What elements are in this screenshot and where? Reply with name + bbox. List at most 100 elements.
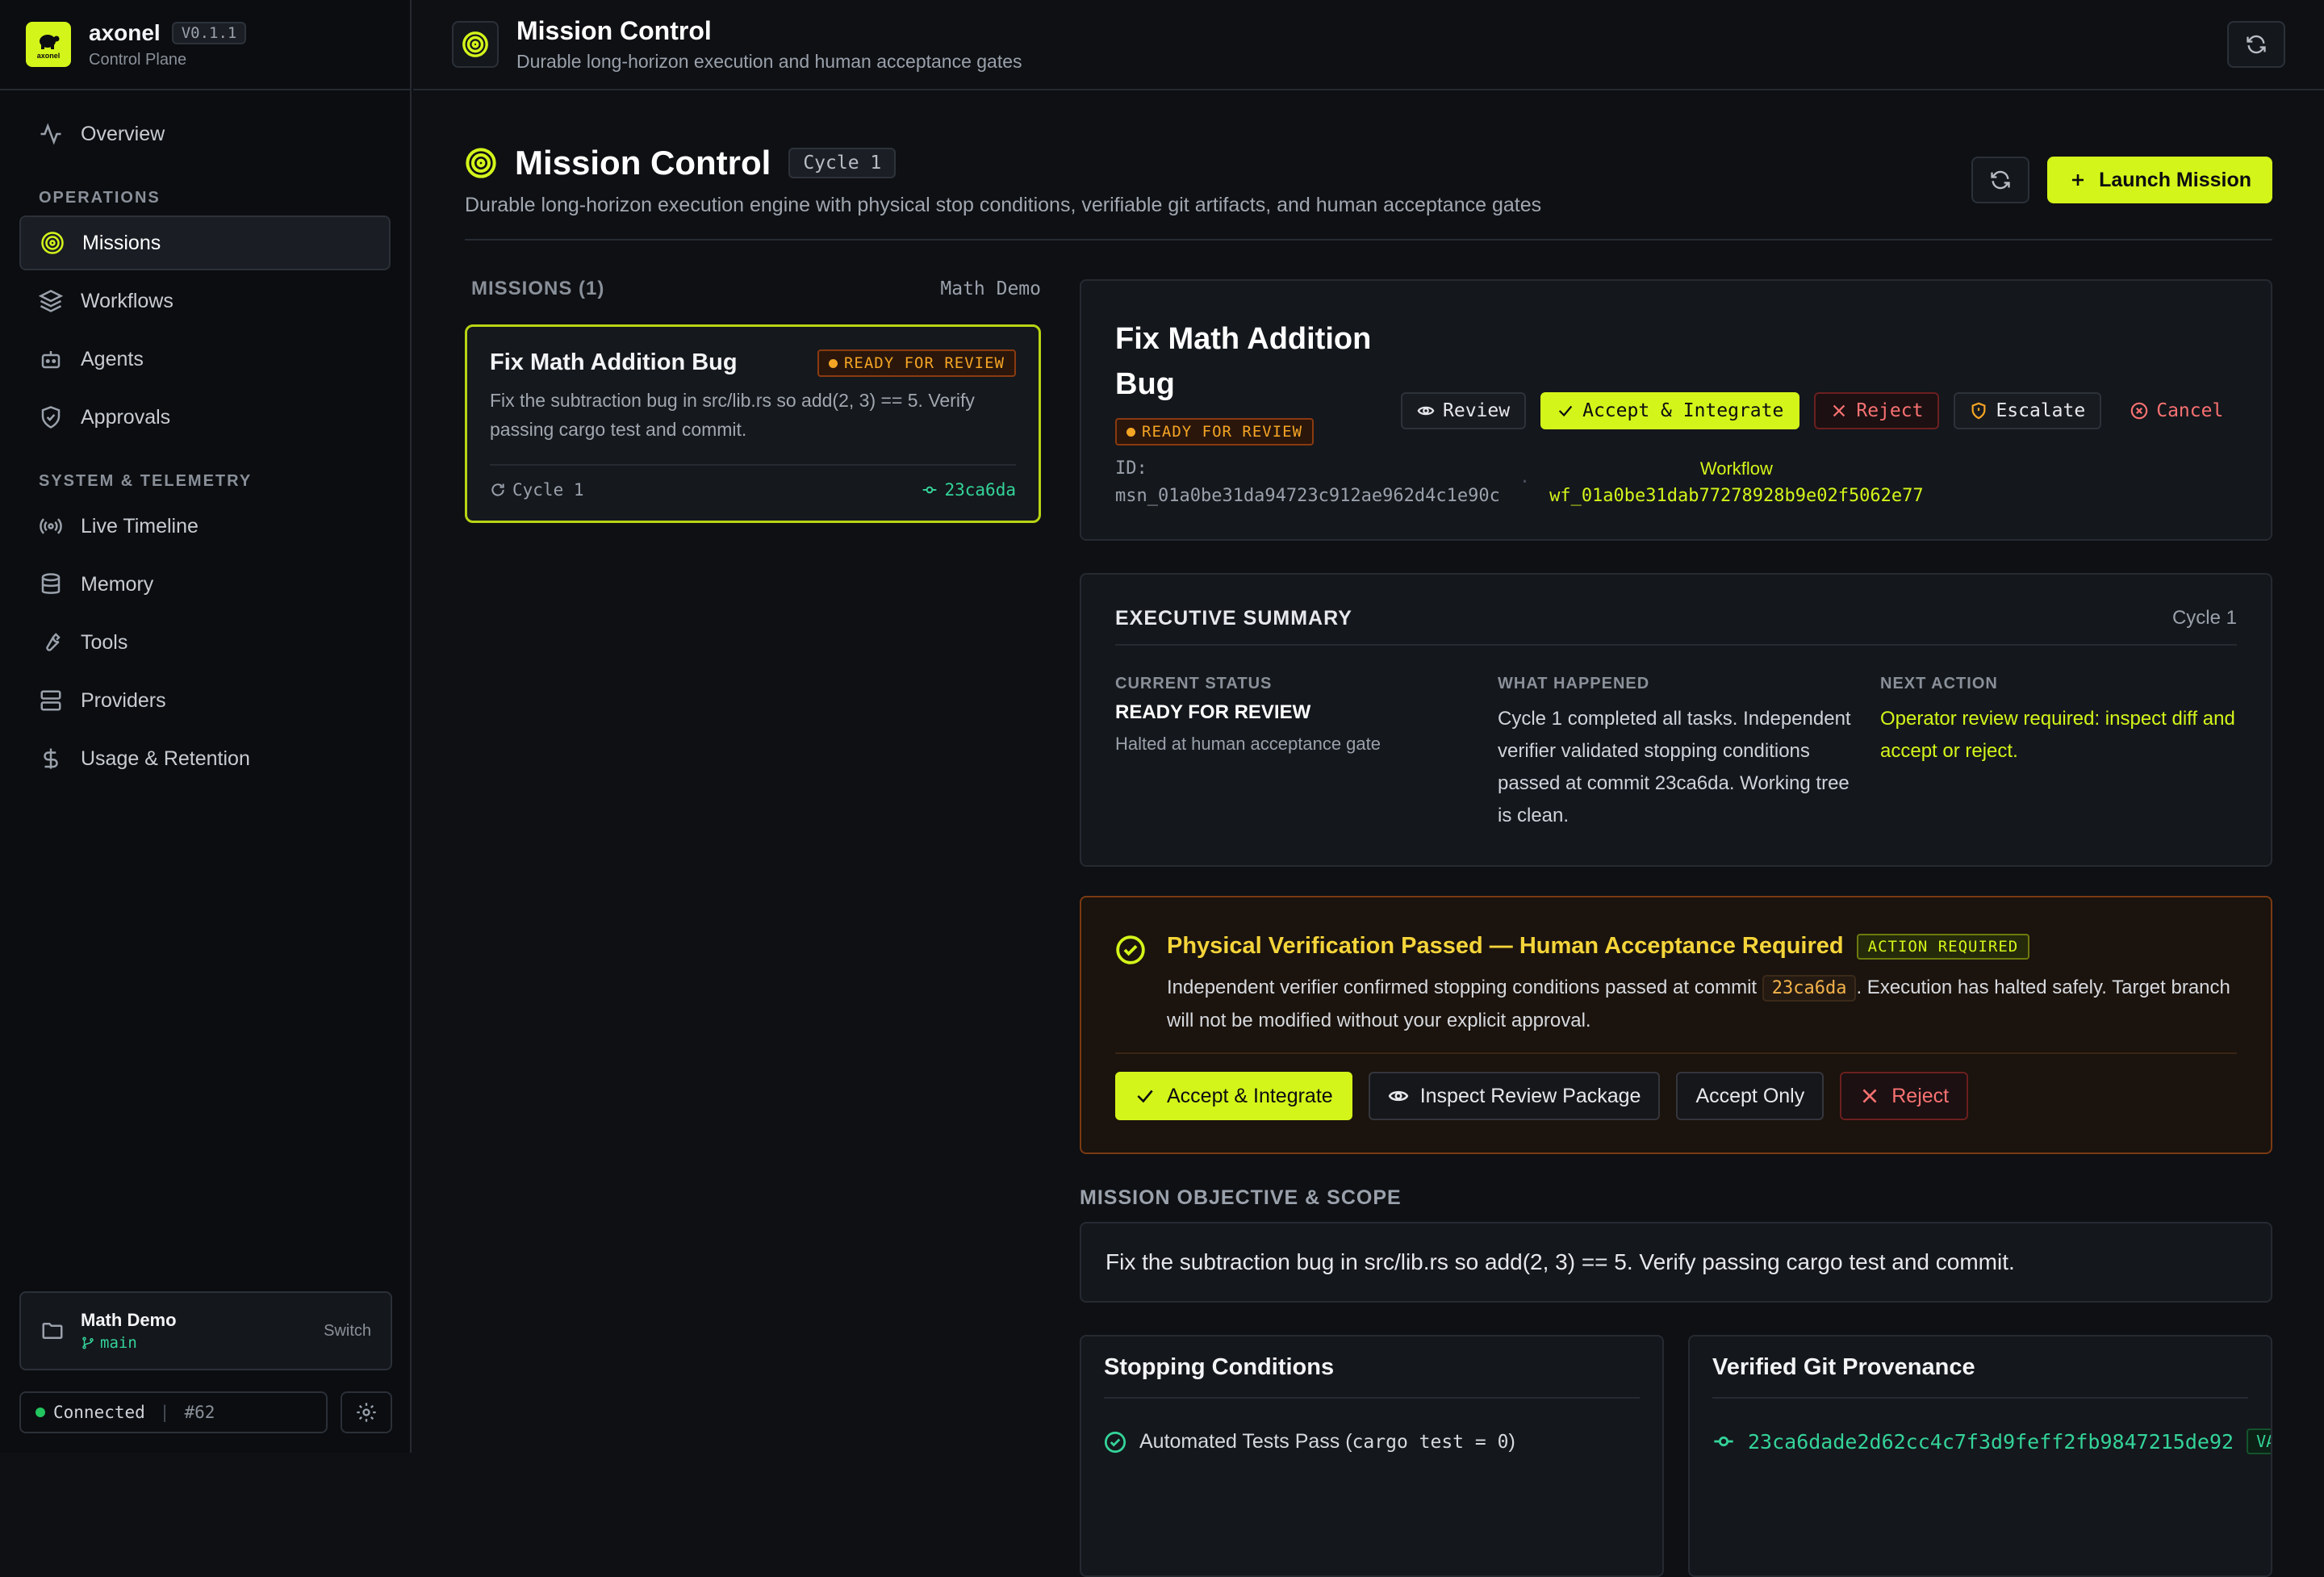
connection-status: Connected | #62 [19, 1391, 328, 1433]
refresh-icon [491, 483, 504, 496]
sidebar-item-label: Missions [82, 231, 161, 254]
target-icon [466, 148, 496, 178]
current-status-sub: Halted at human acceptance gate [1115, 734, 1381, 754]
sidebar-item-label: Agents [81, 347, 144, 370]
mission-card[interactable]: Fix Math Addition Bug READY FOR REVIEW F… [465, 324, 1041, 523]
branch-name: main [100, 1334, 137, 1352]
what-happened-column: WHAT HAPPENED Cycle 1 completed all task… [1498, 675, 1861, 832]
review-button[interactable]: Review [1401, 392, 1527, 429]
sidebar-item-tools[interactable]: Tools [19, 615, 391, 670]
layers-icon [39, 290, 63, 312]
mission-detail-title: Fix Math Addition Bug [1115, 322, 1372, 401]
verification-title: Physical Verification Passed — Human Acc… [1167, 933, 1844, 959]
database-icon [41, 573, 61, 594]
shield-alert-icon [1972, 402, 1986, 420]
logo-text: axonel [36, 51, 61, 60]
id-separator: · [1519, 472, 1531, 492]
topbar-refresh-button[interactable] [2227, 21, 2285, 68]
mission-card-cycle: Cycle 1 [490, 480, 584, 500]
sidebar-item-workflows[interactable]: Workflows [19, 274, 391, 328]
git-commit-icon [923, 486, 937, 494]
sidebar-item-live-timeline[interactable]: Live Timeline [19, 499, 391, 554]
accept-integrate-button[interactable]: Accept & Integrate [1540, 392, 1800, 429]
dollar-icon [44, 748, 58, 769]
status-badge: READY FOR REVIEW [1115, 418, 1315, 445]
status-dot [828, 358, 838, 368]
summary-title: EXECUTIVE SUMMARY [1115, 607, 1352, 630]
settings-button[interactable] [341, 1391, 392, 1433]
eye-icon [1417, 406, 1435, 416]
action-required-badge: ACTION REQUIRED [1856, 933, 2030, 960]
nav-section-system: SYSTEM & TELEMETRY [39, 472, 253, 490]
verification-description: Independent verifier confirmed stopping … [1167, 972, 2248, 1037]
check-circle-icon [1104, 1431, 1126, 1453]
executive-summary-panel: EXECUTIVE SUMMARY Cycle 1 CURRENT STATUS… [1080, 573, 2272, 867]
connection-label: Connected [53, 1403, 145, 1422]
condition-text: Automated Tests Pass ( [1139, 1430, 1352, 1453]
accept-only-button[interactable]: Accept Only [1676, 1072, 1825, 1120]
brand-header: axonel axonel V0.1.1 Control Plane [0, 0, 410, 90]
condition-close: ) [1508, 1430, 1515, 1453]
mission-id-value: msn_01a0be31da94723c912ae962d4c1e90c [1115, 486, 1500, 506]
brand-name: axonel [89, 19, 161, 45]
what-happened-label: WHAT HAPPENED [1498, 675, 1650, 692]
inspect-review-package-button[interactable]: Inspect Review Package [1368, 1072, 1661, 1120]
mission-id-label: ID: [1115, 458, 1147, 479]
bot-icon [41, 351, 61, 369]
sidebar-item-agents[interactable]: Agents [19, 332, 391, 387]
what-happened-value: Cycle 1 completed all tasks. Independent… [1498, 708, 1851, 826]
sidebar-item-label: Memory [81, 572, 154, 596]
brand-logo[interactable]: axonel [26, 22, 71, 67]
gate-accept-label: Accept & Integrate [1167, 1084, 1333, 1107]
sidebar-item-usage[interactable]: Usage & Retention [19, 731, 391, 786]
workspace-switcher[interactable]: Math Demo main Switch [19, 1291, 392, 1370]
missions-filter[interactable]: Math Demo [940, 278, 1041, 299]
shield-check-icon [41, 406, 61, 429]
plus-icon [2072, 174, 2084, 186]
commit-hash: 23ca6da [944, 480, 1016, 500]
target-icon [462, 31, 488, 57]
launch-mission-button[interactable]: Launch Mission [2047, 157, 2272, 203]
mission-card-commit[interactable]: 23ca6da [922, 480, 1016, 500]
topbar-subtitle: Durable long-horizon execution and human… [516, 51, 1022, 72]
sidebar-item-approvals[interactable]: Approvals [19, 390, 391, 445]
cancel-button[interactable]: Cancel [2116, 392, 2238, 429]
git-provenance-title: Verified Git Provenance [1712, 1354, 2248, 1399]
cycle-badge: Cycle 1 [788, 148, 897, 178]
workflow-link[interactable]: Workflow wf_01a0be31dab77278928b9e02f506… [1549, 455, 1924, 510]
reject-button[interactable]: Reject [1814, 392, 1940, 429]
verification-commit: 23ca6da [1762, 975, 1857, 1002]
page-header: Mission Control Cycle 1 Durable long-hor… [465, 90, 2272, 241]
nav-section-operations: OPERATIONS [39, 189, 161, 207]
server-icon [40, 690, 61, 711]
cycle-text: Cycle 1 [512, 480, 584, 500]
sidebar-item-label: Tools [81, 630, 128, 654]
objective-header: MISSION OBJECTIVE & SCOPE [1080, 1186, 1402, 1209]
escalate-button[interactable]: Escalate [1954, 392, 2102, 429]
status-text: READY FOR REVIEW [1142, 423, 1303, 441]
switch-workspace-link[interactable]: Switch [324, 1322, 371, 1341]
missions-list-header: MISSIONS (1) Math Demo [471, 278, 1041, 300]
sidebar-item-label: Overview [81, 122, 165, 145]
stopping-conditions-panel: Stopping Conditions Automated Tests Pass… [1080, 1335, 1664, 1577]
current-status-value: READY FOR REVIEW [1115, 701, 1311, 723]
refresh-button[interactable] [1971, 157, 2030, 203]
cancel-label: Cancel [2156, 400, 2224, 421]
next-action-column: NEXT ACTION Operator review required: in… [1880, 675, 2243, 768]
top-bar: Mission Control Durable long-horizon exe… [413, 0, 2324, 90]
gate-reject-button[interactable]: Reject [1840, 1072, 1969, 1120]
current-status-label: CURRENT STATUS [1115, 675, 1273, 692]
status-badge: READY FOR REVIEW [817, 349, 1016, 377]
escalate-label: Escalate [1996, 400, 2086, 421]
workspace-name: Math Demo [81, 1310, 177, 1330]
gate-accept-integrate-button[interactable]: Accept & Integrate [1115, 1072, 1352, 1120]
provenance-commit-row[interactable]: 23ca6dade2d62cc4c7f3d9feff2fb9847215de92… [1712, 1429, 2271, 1454]
check-icon [1558, 405, 1573, 417]
target-icon [41, 232, 64, 254]
sidebar-item-missions[interactable]: Missions [19, 215, 391, 270]
next-action-value: Operator review required: inspect diff a… [1880, 708, 2235, 762]
sidebar-item-providers[interactable]: Providers [19, 673, 391, 728]
sidebar-item-memory[interactable]: Memory [19, 557, 391, 612]
stopping-conditions-title: Stopping Conditions [1104, 1354, 1640, 1399]
sidebar-item-overview[interactable]: Overview [19, 107, 391, 161]
